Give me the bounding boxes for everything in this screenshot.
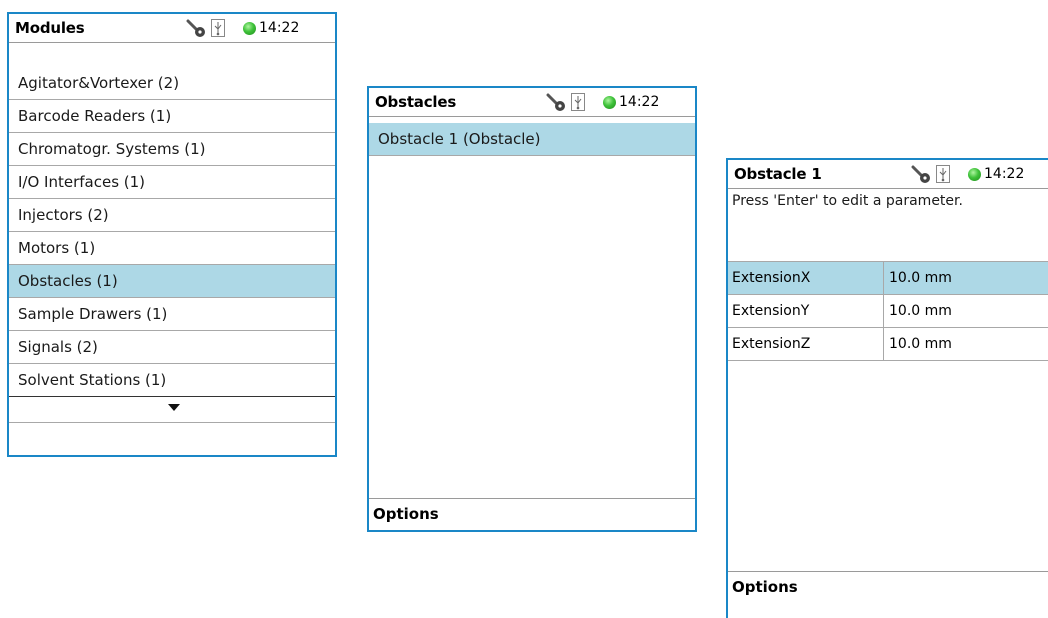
wrench-key-icon bbox=[911, 165, 930, 183]
status-area: 14:22 bbox=[186, 17, 331, 39]
usb-icon bbox=[571, 93, 585, 111]
param-value: 10.0 mm bbox=[889, 270, 952, 286]
obstacles-titlebar: Obstacles 14:22 bbox=[369, 88, 695, 117]
param-name: ExtensionX bbox=[732, 270, 811, 286]
list-item[interactable]: Barcode Readers (1) bbox=[9, 100, 335, 133]
list-item-label: Agitator&Vortexer (2) bbox=[18, 74, 180, 92]
column-divider bbox=[883, 262, 884, 294]
list-item-label: Barcode Readers (1) bbox=[18, 107, 172, 125]
status-led bbox=[243, 22, 256, 35]
list-item-selected[interactable]: Obstacle 1 (Obstacle) bbox=[369, 123, 695, 156]
list-item[interactable]: Motors (1) bbox=[9, 232, 335, 265]
list-item[interactable]: I/O Interfaces (1) bbox=[9, 166, 335, 199]
obstacle1-titlebar: Obstacle 1 14:22 bbox=[728, 160, 1048, 189]
options-bar[interactable]: Options bbox=[728, 571, 1048, 603]
param-name: ExtensionZ bbox=[732, 336, 811, 352]
list-item[interactable]: Signals (2) bbox=[9, 331, 335, 364]
modules-panel: Modules 14:22 Agitator&Vortexer (2) Barc… bbox=[7, 12, 337, 457]
list-item-label: Solvent Stations (1) bbox=[18, 371, 167, 389]
list-item[interactable]: Agitator&Vortexer (2) bbox=[9, 67, 335, 100]
modules-title: Modules bbox=[15, 19, 85, 37]
param-value: 10.0 mm bbox=[889, 303, 952, 319]
list-item-label: Injectors (2) bbox=[18, 206, 109, 224]
list-item-label: Sample Drawers (1) bbox=[18, 305, 168, 323]
list-item-label: Motors (1) bbox=[18, 239, 96, 257]
param-value: 10.0 mm bbox=[889, 336, 952, 352]
list-item-selected[interactable]: Obstacles (1) bbox=[9, 265, 335, 298]
modules-titlebar: Modules 14:22 bbox=[9, 14, 335, 43]
list-item-label: Signals (2) bbox=[18, 338, 98, 356]
obstacle1-panel: Obstacle 1 14:22 Press 'Enter' to edit a… bbox=[726, 158, 1048, 618]
list-item[interactable]: Chromatogr. Systems (1) bbox=[9, 133, 335, 166]
triangle-down-icon bbox=[168, 404, 180, 411]
edit-hint: Press 'Enter' to edit a parameter. bbox=[732, 193, 963, 209]
wrench-key-icon bbox=[546, 93, 565, 111]
param-name: ExtensionY bbox=[732, 303, 810, 319]
scroll-down-arrow[interactable] bbox=[9, 398, 335, 423]
list-item[interactable]: Sample Drawers (1) bbox=[9, 298, 335, 331]
list-item-label: Chromatogr. Systems (1) bbox=[18, 140, 206, 158]
status-led bbox=[968, 168, 981, 181]
table-row[interactable]: ExtensionZ 10.0 mm bbox=[728, 328, 1048, 361]
list-item[interactable]: Solvent Stations (1) bbox=[9, 364, 335, 397]
options-bar[interactable]: Options bbox=[369, 498, 695, 530]
table-row[interactable]: ExtensionY 10.0 mm bbox=[728, 295, 1048, 328]
table-row[interactable]: ExtensionX 10.0 mm bbox=[728, 262, 1048, 295]
options-label: Options bbox=[732, 578, 798, 596]
usb-icon bbox=[211, 19, 225, 37]
usb-icon bbox=[936, 165, 950, 183]
status-time: 14:22 bbox=[984, 166, 1025, 182]
obstacles-panel: Obstacles 14:22 Obstacle 1 (Obstacle) Op… bbox=[367, 86, 697, 532]
status-time: 14:22 bbox=[259, 20, 300, 36]
status-led bbox=[603, 96, 616, 109]
wrench-key-icon bbox=[186, 19, 205, 37]
options-label: Options bbox=[373, 505, 439, 523]
column-divider bbox=[883, 328, 884, 360]
list-item-label: I/O Interfaces (1) bbox=[18, 173, 146, 191]
obstacle1-title: Obstacle 1 bbox=[734, 165, 822, 183]
column-divider bbox=[883, 295, 884, 327]
list-item-label: Obstacles (1) bbox=[18, 272, 118, 290]
status-area: 14:22 bbox=[911, 163, 1048, 185]
list-item[interactable]: Injectors (2) bbox=[9, 199, 335, 232]
status-time: 14:22 bbox=[619, 94, 660, 110]
obstacles-title: Obstacles bbox=[375, 93, 457, 111]
list-item-label: Obstacle 1 (Obstacle) bbox=[378, 130, 541, 148]
status-area: 14:22 bbox=[546, 91, 691, 113]
